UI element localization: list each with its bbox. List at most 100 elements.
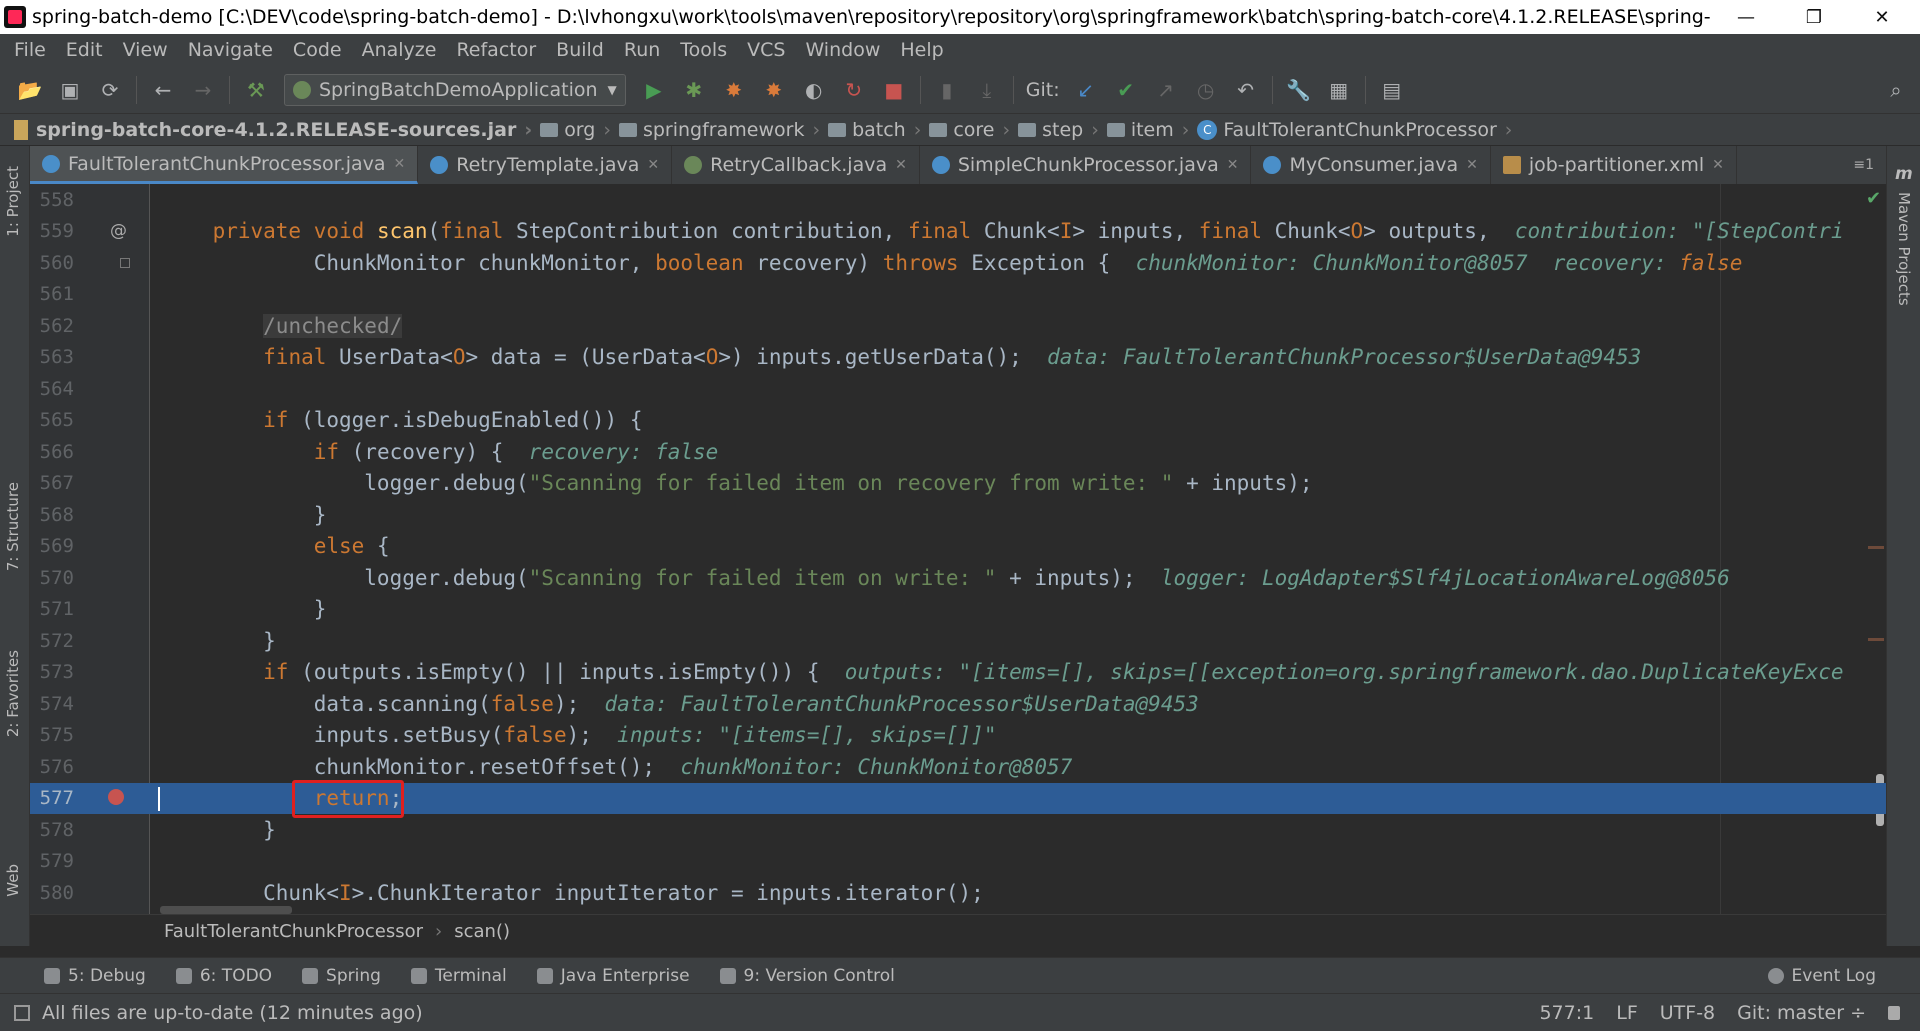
- open-folder-icon[interactable]: 📂: [16, 76, 44, 104]
- coverage-icon[interactable]: ✸: [720, 76, 748, 104]
- tab-job-partitioner-xml[interactable]: job-partitioner.xml ✕: [1491, 146, 1737, 184]
- structure-tool-button[interactable]: 7: Structure: [4, 482, 22, 571]
- menu-vcs[interactable]: VCS: [737, 39, 795, 61]
- folder-icon: [929, 122, 948, 137]
- download-icon[interactable]: ⤓: [973, 76, 1001, 104]
- close-icon[interactable]: ✕: [1227, 157, 1239, 173]
- search-everywhere-icon[interactable]: ⌕: [1882, 76, 1910, 104]
- close-icon[interactable]: ✕: [394, 156, 406, 172]
- lock-icon[interactable]: [1888, 1005, 1900, 1020]
- tool-window-toggle-icon[interactable]: [14, 1004, 30, 1021]
- code-line: 572 }: [30, 625, 1886, 657]
- maven-projects-tool-button[interactable]: Maven Projects: [1895, 192, 1913, 306]
- override-icon[interactable]: @: [110, 221, 127, 241]
- breadcrumb-org[interactable]: org ›: [540, 119, 619, 141]
- project-structure-icon[interactable]: ▦: [1325, 76, 1353, 104]
- git-branch[interactable]: Git: master ÷: [1737, 1002, 1866, 1024]
- file-encoding[interactable]: UTF-8: [1660, 1002, 1715, 1024]
- close-icon[interactable]: ✕: [647, 157, 659, 173]
- attach-debugger-icon[interactable]: ◐: [800, 76, 828, 104]
- xml-file-icon: [1502, 156, 1521, 174]
- menu-tools[interactable]: Tools: [670, 39, 737, 61]
- speech-bubble-icon: [1767, 967, 1784, 984]
- menu-code[interactable]: Code: [283, 39, 352, 61]
- menu-analyze[interactable]: Analyze: [352, 39, 447, 61]
- tab-retry-template[interactable]: RetryTemplate.java ✕: [418, 146, 673, 184]
- bookmark-icon[interactable]: ▮: [933, 76, 961, 104]
- forward-arrow-icon[interactable]: →: [189, 76, 217, 104]
- terminal-tool-button[interactable]: Terminal: [410, 966, 507, 986]
- menu-view[interactable]: View: [113, 39, 178, 61]
- breadcrumb-class[interactable]: FaultTolerantChunkProcessor: [164, 921, 423, 942]
- profile-icon[interactable]: ✸: [760, 76, 788, 104]
- build-hammer-icon[interactable]: ⚒: [242, 76, 270, 104]
- git-push-icon[interactable]: ↗: [1152, 76, 1180, 104]
- event-log-tool-button[interactable]: Event Log: [1767, 966, 1876, 986]
- fold-icon[interactable]: [120, 257, 130, 268]
- code-text: if (logger.isDebugEnabled()) {: [263, 408, 643, 433]
- run-configuration-select[interactable]: SpringBatchDemoApplication ▼: [284, 73, 626, 106]
- breadcrumb-method[interactable]: scan(): [454, 921, 510, 942]
- breadcrumb-springframework[interactable]: springframework ›: [618, 119, 828, 141]
- breadcrumb-item[interactable]: item ›: [1106, 118, 1198, 141]
- close-button[interactable]: ✕: [1848, 0, 1916, 34]
- tab-retry-callback[interactable]: RetryCallback.java ✕: [672, 146, 920, 184]
- tab-my-consumer[interactable]: MyConsumer.java ✕: [1251, 146, 1491, 184]
- tab-list-menu[interactable]: ≡1: [1841, 146, 1886, 184]
- back-arrow-icon[interactable]: ←: [149, 76, 177, 104]
- code-text: ChunkMonitor chunkMonitor, boolean recov…: [162, 250, 1743, 275]
- menu-window[interactable]: Window: [795, 39, 890, 61]
- bug-icon: [44, 967, 60, 984]
- version-control-tool-button[interactable]: 9: Version Control: [719, 966, 895, 986]
- settings-wrench-icon[interactable]: 🔧: [1285, 76, 1313, 104]
- minimize-button[interactable]: —: [1712, 0, 1780, 34]
- debug-tool-button[interactable]: 5: Debug: [44, 966, 146, 986]
- menu-build[interactable]: Build: [546, 39, 614, 61]
- code-line: 568 }: [30, 499, 1886, 531]
- breadcrumb-separator: ›: [913, 118, 922, 141]
- breadcrumb-jar[interactable]: spring-batch-core-4.1.2.RELEASE-sources.…: [14, 119, 540, 141]
- close-icon[interactable]: ✕: [1466, 157, 1478, 173]
- code-line: 569 else {: [30, 531, 1886, 563]
- git-commit-icon[interactable]: ✔: [1112, 76, 1140, 104]
- sync-icon[interactable]: ⟳: [96, 76, 124, 104]
- breadcrumb-batch[interactable]: batch ›: [828, 119, 929, 141]
- stop-icon[interactable]: ■: [880, 76, 908, 104]
- close-icon[interactable]: ✕: [895, 157, 907, 173]
- menu-refactor[interactable]: Refactor: [446, 39, 546, 61]
- code-text: }: [162, 502, 327, 527]
- breadcrumb-core[interactable]: core ›: [929, 119, 1018, 141]
- task-icon[interactable]: ▤: [1378, 76, 1406, 104]
- java-enterprise-tool-button[interactable]: Java Enterprise: [536, 966, 690, 986]
- class-icon: C: [1197, 119, 1218, 140]
- menu-run[interactable]: Run: [614, 39, 670, 61]
- menu-file[interactable]: File: [4, 39, 56, 61]
- menu-navigate[interactable]: Navigate: [178, 39, 283, 61]
- git-history-icon[interactable]: ◷: [1192, 76, 1220, 104]
- close-icon[interactable]: ✕: [1712, 157, 1724, 173]
- breadcrumb-class[interactable]: C FaultTolerantChunkProcessor ›: [1197, 119, 1520, 141]
- spring-tool-button[interactable]: Spring: [302, 966, 381, 986]
- code-editor[interactable]: ✔ 558 559 @ private void scan(final Step…: [30, 184, 1886, 914]
- debug-icon[interactable]: ✱: [680, 76, 708, 104]
- tab-simple-chunk-processor[interactable]: SimpleChunkProcessor.java ✕: [920, 146, 1252, 184]
- project-tool-button[interactable]: 1: Project: [4, 166, 22, 237]
- todo-tool-button[interactable]: 6: TODO: [175, 966, 272, 986]
- breakpoint-icon[interactable]: [108, 788, 124, 809]
- git-update-icon[interactable]: ↙: [1072, 76, 1100, 104]
- rerun-icon[interactable]: ↻: [840, 76, 868, 104]
- restore-button[interactable]: ❐: [1780, 0, 1848, 34]
- favorites-tool-button[interactable]: 2: Favorites: [4, 650, 22, 737]
- text-caret: [158, 786, 160, 811]
- run-icon[interactable]: ▶: [640, 76, 668, 104]
- line-separator[interactable]: LF: [1616, 1002, 1638, 1024]
- breadcrumb-separator: ›: [1181, 118, 1190, 141]
- menu-help[interactable]: Help: [890, 39, 953, 61]
- caret-position[interactable]: 577:1: [1539, 1002, 1594, 1024]
- git-revert-icon[interactable]: ↶: [1232, 76, 1260, 104]
- breadcrumb-step[interactable]: step ›: [1018, 119, 1107, 141]
- web-tool-button[interactable]: Web: [4, 864, 22, 897]
- menu-edit[interactable]: Edit: [56, 39, 113, 61]
- save-icon[interactable]: ▣: [56, 76, 84, 104]
- tab-fault-tolerant-chunk-processor[interactable]: FaultTolerantChunkProcessor.java ✕: [30, 146, 419, 184]
